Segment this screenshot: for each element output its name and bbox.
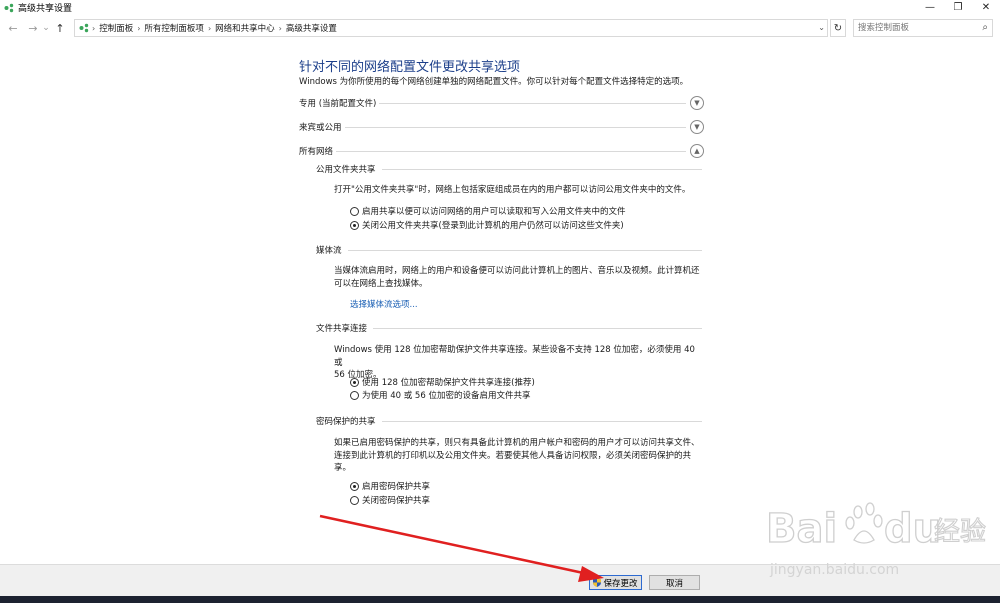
radio-button[interactable]	[350, 495, 359, 505]
section-file-sharing: 文件共享连接	[316, 321, 702, 335]
divider	[379, 102, 686, 104]
section-title: 文件共享连接	[316, 324, 368, 334]
radio-button[interactable]	[350, 206, 359, 216]
control-panel-icon	[79, 23, 89, 33]
divider	[381, 420, 702, 422]
radio-disable-public-sharing[interactable]: 关闭公用文件夹共享(登录到此计算机的用户仍然可以访问这些文件夹)	[350, 219, 624, 231]
window-title: 高级共享设置	[18, 4, 73, 14]
radio-label[interactable]: 关闭公用文件夹共享(登录到此计算机的用户仍然可以访问这些文件夹)	[362, 219, 624, 231]
section-description: 打开"公用文件夹共享"时，网络上包括家庭组成员在内的用户都可以访问公用文件夹中的…	[334, 185, 691, 195]
search-box[interactable]: ⌕	[853, 19, 993, 37]
maximize-button[interactable]: ❐	[944, 0, 972, 15]
profile-private[interactable]: 专用 (当前配置文件) ▼	[299, 95, 704, 111]
divider	[336, 150, 686, 152]
section-media-streaming: 媒体流	[316, 243, 702, 257]
cancel-button[interactable]: 取消	[649, 575, 700, 590]
radio-label[interactable]: 启用共享以便可以访问网络的用户可以读取和写入公用文件夹中的文件	[362, 205, 626, 217]
save-changes-button[interactable]: 保存更改	[589, 575, 642, 590]
profile-label: 来宾或公用	[299, 123, 342, 133]
description-line: Windows 使用 128 位加密帮助保护文件共享连接。某些设备不支持 128…	[334, 345, 695, 368]
save-button-label: 保存更改	[603, 578, 638, 589]
section-title: 媒体流	[316, 246, 342, 256]
title-bar: 高级共享设置 — ❐ ✕	[0, 0, 1000, 15]
radio-label[interactable]: 启用密码保护共享	[362, 480, 430, 492]
minimize-button[interactable]: —	[916, 0, 944, 15]
divider	[347, 249, 702, 251]
breadcrumb-all-items[interactable]: 所有控制面板项	[140, 22, 208, 34]
chevron-up-icon[interactable]: ▲	[690, 144, 704, 158]
profile-label: 专用 (当前配置文件)	[299, 99, 377, 109]
divider	[381, 168, 702, 170]
radio-label[interactable]: 关闭密码保护共享	[362, 494, 430, 506]
profile-all-networks[interactable]: 所有网络 ▲	[299, 143, 704, 159]
description-line: 当媒体流启用时，网络上的用户和设备便可以访问此计算机上的图片、音乐以及视频。此计…	[334, 266, 700, 276]
back-button[interactable]: ←	[6, 18, 20, 38]
description-line: 连接到此计算机的打印机以及公用文件夹。若要使其他人具备访问权限，必须关闭密码保护…	[334, 450, 692, 474]
chevron-down-icon[interactable]: ▼	[690, 120, 704, 134]
breadcrumb-control-panel[interactable]: 控制面板	[95, 22, 137, 34]
search-input[interactable]	[858, 21, 976, 35]
breadcrumb-network-center[interactable]: 网络和共享中心	[211, 22, 279, 34]
navigation-bar: ← → ⌄ ↑ › 控制面板 › 所有控制面板项 › 网络和共享中心 › 高级共…	[0, 16, 1000, 40]
footer-bar: 保存更改 取消	[0, 564, 1000, 596]
radio-enable-password-sharing[interactable]: 启用密码保护共享	[350, 480, 430, 492]
forward-button[interactable]: →	[26, 18, 40, 38]
uac-shield-icon	[593, 578, 602, 587]
section-title: 公用文件夹共享	[316, 165, 376, 175]
radio-button[interactable]	[350, 377, 359, 387]
network-icon	[4, 3, 14, 13]
taskbar	[0, 596, 1000, 603]
radio-disable-password-sharing[interactable]: 关闭密码保护共享	[350, 494, 430, 506]
breadcrumb-advanced-sharing[interactable]: 高级共享设置	[282, 22, 341, 34]
search-icon[interactable]: ⌕	[982, 22, 988, 33]
chevron-down-icon[interactable]: ▼	[690, 96, 704, 110]
recent-locations-button[interactable]: ⌄	[41, 18, 51, 38]
divider	[344, 126, 686, 128]
radio-40-56bit-encryption[interactable]: 为使用 40 或 56 位加密的设备启用文件共享	[350, 389, 530, 401]
description-line: 可以在网络上查找媒体。	[334, 278, 428, 289]
main-content: 针对不同的网络配置文件更改共享选项 Windows 为你所使用的每个网络创建单独…	[0, 42, 1000, 564]
page-description: Windows 为你所使用的每个网络创建单独的网络配置文件。你可以针对每个配置文…	[299, 77, 689, 87]
section-description: 如果已启用密码保护的共享，则只有具备此计算机的用户帐户和密码的用户才可以访问共享…	[334, 437, 704, 475]
up-button[interactable]: ↑	[53, 18, 67, 38]
divider	[373, 327, 702, 329]
radio-128bit-encryption[interactable]: 使用 128 位加密帮助保护文件共享连接(推荐)	[350, 376, 535, 388]
radio-enable-public-sharing[interactable]: 启用共享以便可以访问网络的用户可以读取和写入公用文件夹中的文件	[350, 205, 626, 217]
section-title: 密码保护的共享	[316, 417, 376, 427]
refresh-button[interactable]: ↻	[830, 19, 846, 37]
close-button[interactable]: ✕	[972, 0, 1000, 15]
page-title: 针对不同的网络配置文件更改共享选项	[299, 60, 521, 75]
profile-guest-public[interactable]: 来宾或公用 ▼	[299, 119, 704, 135]
section-description: 当媒体流启用时，网络上的用户和设备便可以访问此计算机上的图片、音乐以及视频。此计…	[334, 265, 704, 290]
radio-button[interactable]	[350, 220, 359, 230]
description-line: 如果已启用密码保护的共享，则只有具备此计算机的用户帐户和密码的用户才可以访问共享…	[334, 438, 700, 448]
section-public-folder: 公用文件夹共享	[316, 162, 702, 176]
section-password-sharing: 密码保护的共享	[316, 414, 702, 428]
radio-button[interactable]	[350, 390, 359, 400]
address-bar[interactable]: › 控制面板 › 所有控制面板项 › 网络和共享中心 › 高级共享设置 ⌄	[74, 19, 828, 37]
media-streaming-options-link[interactable]: 选择媒体流选项...	[350, 298, 418, 310]
chevron-down-icon[interactable]: ⌄	[818, 23, 825, 32]
radio-label[interactable]: 为使用 40 或 56 位加密的设备启用文件共享	[362, 389, 530, 401]
profile-label: 所有网络	[299, 147, 334, 157]
radio-label[interactable]: 使用 128 位加密帮助保护文件共享连接(推荐)	[362, 376, 535, 388]
radio-button[interactable]	[350, 481, 359, 491]
